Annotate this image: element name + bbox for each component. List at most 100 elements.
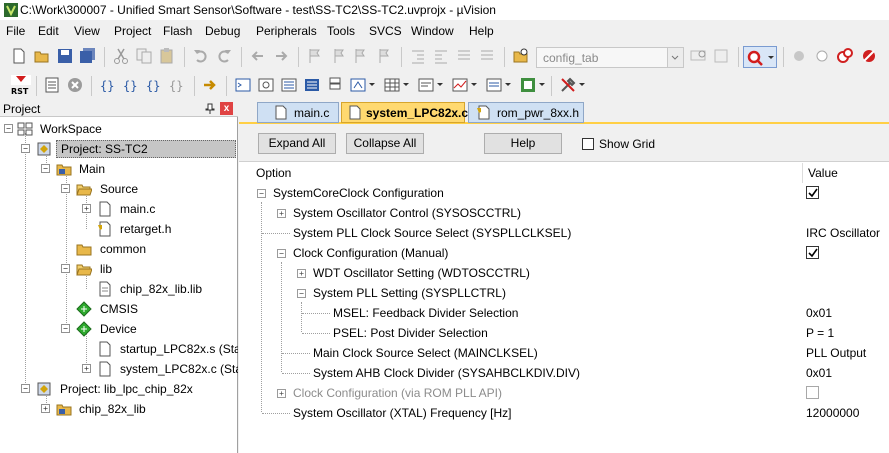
config-row-clock-config-rom-api[interactable]: + Clock Configuration (via ROM PLL API) (239, 383, 889, 403)
menu-svcs[interactable]: SVCS (369, 24, 402, 38)
config-value[interactable]: P = 1 (806, 326, 834, 340)
comment-icon[interactable] (455, 47, 473, 65)
navigate-back-icon[interactable] (249, 47, 267, 65)
chevron-down-icon[interactable] (403, 83, 409, 86)
system-viewer-icon[interactable] (519, 76, 537, 94)
insert-breakpoint-icon[interactable] (790, 47, 808, 65)
collapse-all-button[interactable]: Collapse All (346, 133, 424, 154)
menu-view[interactable]: View (74, 24, 100, 38)
config-checkbox[interactable] (806, 186, 819, 199)
chevron-down-icon[interactable] (505, 83, 511, 86)
navigate-forward-icon[interactable] (272, 47, 290, 65)
step-out-icon[interactable]: {} (145, 76, 163, 94)
tree-node-common[interactable]: common (0, 239, 238, 259)
config-value[interactable]: 0x01 (806, 306, 832, 320)
trace-window-icon[interactable] (485, 76, 503, 94)
menu-peripherals[interactable]: Peripherals (256, 24, 317, 38)
save-icon[interactable] (56, 47, 74, 65)
menu-project[interactable]: Project (114, 24, 151, 38)
config-row-systemcoreclock[interactable]: − SystemCoreClock Configuration (239, 183, 889, 203)
config-checkbox[interactable] (806, 246, 819, 259)
config-row-psel[interactable]: PSEL: Post Divider Selection P = 1 (239, 323, 889, 343)
collapse-toggle[interactable]: − (41, 164, 50, 173)
copy-icon[interactable] (135, 47, 153, 65)
reset-cpu-icon[interactable]: RST (10, 74, 32, 96)
disassembly-window-icon[interactable] (257, 76, 275, 94)
config-row-clock-config-manual[interactable]: − Clock Configuration (Manual) (239, 243, 889, 263)
save-all-icon[interactable] (79, 47, 97, 65)
collapse-toggle[interactable]: − (277, 249, 286, 258)
menu-window[interactable]: Window (411, 24, 454, 38)
enable-breakpoint-icon[interactable] (813, 47, 831, 65)
unindent-icon[interactable] (432, 47, 450, 65)
config-value[interactable]: IRC Oscillator (806, 226, 880, 240)
chevron-down-icon[interactable] (579, 83, 585, 86)
watch-window-icon[interactable] (349, 76, 367, 94)
redo-icon[interactable] (215, 47, 233, 65)
collapse-toggle[interactable]: − (61, 264, 70, 273)
collapse-toggle[interactable]: − (4, 124, 13, 133)
collapse-toggle[interactable]: − (257, 189, 266, 198)
config-row-syspllclksel[interactable]: System PLL Clock Source Select (SYSPLLCL… (239, 223, 889, 243)
config-value[interactable]: 0x01 (806, 366, 832, 380)
collapse-toggle[interactable]: − (21, 144, 30, 153)
expand-toggle[interactable]: + (297, 269, 306, 278)
tree-node-main-c[interactable]: + main.c (0, 199, 238, 219)
chevron-down-icon[interactable] (369, 83, 375, 86)
analysis-window-icon[interactable] (451, 76, 469, 94)
expand-toggle[interactable]: + (82, 364, 91, 373)
expand-toggle[interactable]: + (41, 404, 50, 413)
bookmark-next-icon[interactable] (352, 47, 370, 65)
collapse-toggle[interactable]: − (21, 384, 30, 393)
tree-node-source[interactable]: − Source (0, 179, 238, 199)
bookmark-prev-icon[interactable] (329, 47, 347, 65)
kill-all-breakpoints-icon[interactable] (860, 47, 878, 65)
call-stack-window-icon[interactable] (326, 76, 344, 94)
config-row-mainclksel[interactable]: Main Clock Source Select (MAINCLKSEL) PL… (239, 343, 889, 363)
chevron-down-icon[interactable] (539, 83, 545, 86)
config-row-syspllctrl[interactable]: − System PLL Setting (SYSPLLCTRL) (239, 283, 889, 303)
tree-node-project-lib-lpc-chip-82x[interactable]: − Project: lib_lpc_chip_82x (0, 379, 238, 399)
tree-node-system-lpc82x-c[interactable]: + system_LPC82x.c (Startu (0, 359, 238, 379)
config-row-sysahbclkdiv[interactable]: System AHB Clock Divider (SYSAHBCLKDIV.D… (239, 363, 889, 383)
collapse-toggle[interactable]: − (61, 184, 70, 193)
tree-node-startup-lpc82x-s[interactable]: startup_LPC82x.s (Startu (0, 339, 238, 359)
close-panel-button[interactable]: x (220, 102, 233, 115)
chevron-down-icon[interactable] (437, 83, 443, 86)
run-to-cursor-icon[interactable]: {} (168, 76, 186, 94)
combo-dropdown-button[interactable] (667, 48, 683, 67)
tab-system-lpc82x-c[interactable]: system_LPC82x.c (341, 102, 468, 123)
tree-node-main[interactable]: − Main (0, 159, 238, 179)
serial-window-icon[interactable] (417, 76, 435, 94)
config-row-wdtoscctrl[interactable]: + WDT Oscillator Setting (WDTOSCCTRL) (239, 263, 889, 283)
config-row-xtal-frequency[interactable]: System Oscillator (XTAL) Frequency [Hz] … (239, 403, 889, 423)
toolbox-icon[interactable] (559, 76, 577, 94)
config-value[interactable]: PLL Output (806, 346, 866, 360)
collapse-toggle[interactable]: − (61, 324, 70, 333)
cut-icon[interactable] (112, 47, 130, 65)
disable-all-breakpoints-icon[interactable] (836, 47, 854, 65)
bookmark-insert-icon[interactable] (306, 47, 324, 65)
pin-icon[interactable] (204, 103, 216, 115)
view-disassembly-icon[interactable] (43, 76, 61, 94)
menu-help[interactable]: Help (469, 24, 494, 38)
tree-node-project-ss-tc2[interactable]: − Project: SS-TC2 (0, 139, 238, 159)
tree-node-retarget-h[interactable]: retarget.h (0, 219, 238, 239)
tab-main-c[interactable]: main.c (257, 102, 339, 123)
show-grid-checkbox[interactable] (582, 138, 594, 150)
undo-icon[interactable] (192, 47, 210, 65)
menu-file[interactable]: File (6, 24, 25, 38)
chevron-down-icon[interactable] (471, 83, 477, 86)
incremental-find-icon[interactable] (713, 47, 731, 65)
uncomment-icon[interactable] (478, 47, 496, 65)
expand-toggle[interactable]: + (82, 204, 91, 213)
show-next-statement-icon[interactable] (201, 76, 219, 94)
step-icon[interactable]: {} (99, 76, 117, 94)
config-row-msel[interactable]: MSEL: Feedback Divider Selection 0x01 (239, 303, 889, 323)
menu-flash[interactable]: Flash (163, 24, 192, 38)
indent-icon[interactable] (409, 47, 427, 65)
expand-toggle[interactable]: + (277, 209, 286, 218)
find-icon[interactable] (690, 47, 708, 65)
command-window-icon[interactable] (234, 76, 252, 94)
target-select-combo[interactable]: config_tab (536, 47, 684, 68)
